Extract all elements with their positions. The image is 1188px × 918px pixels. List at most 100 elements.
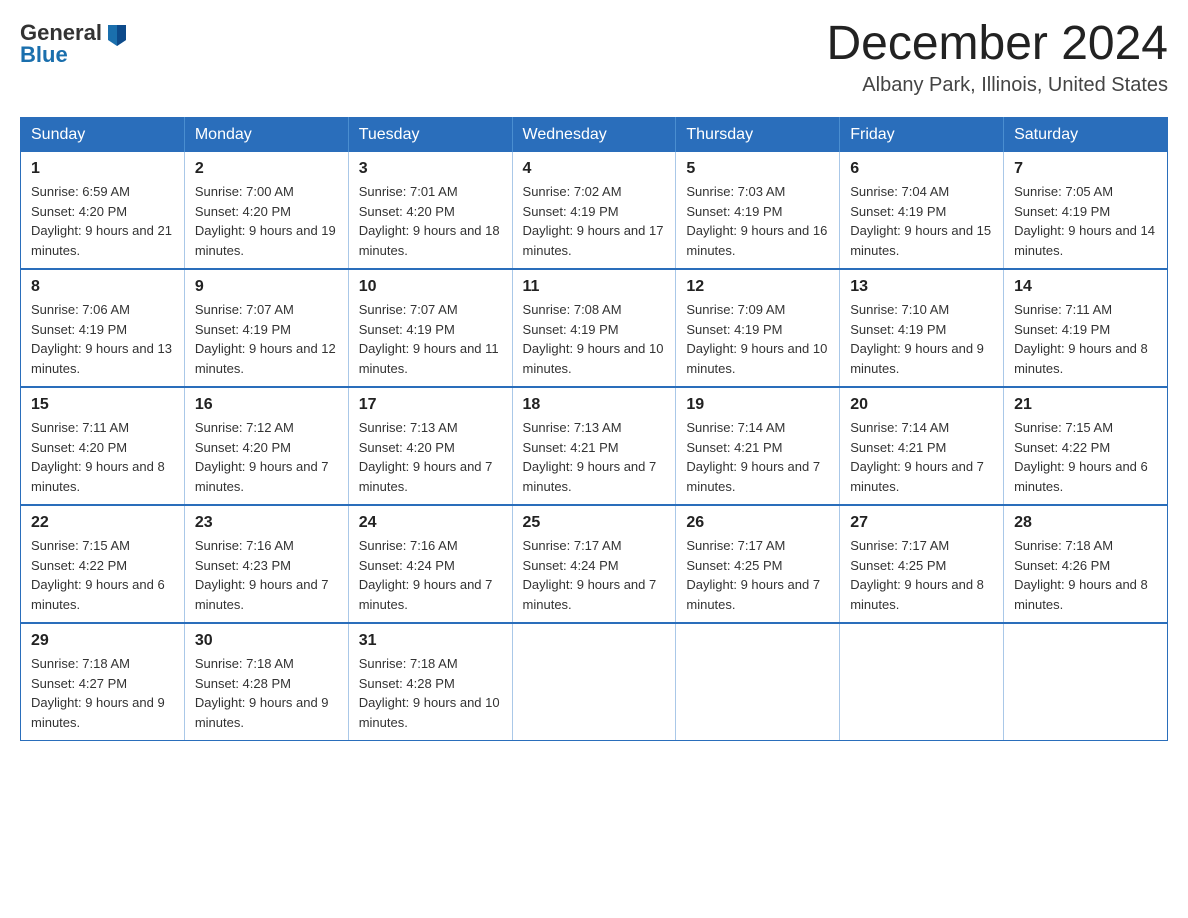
day-number: 26 <box>686 514 829 532</box>
calendar-week-row-4: 22 Sunrise: 7:15 AMSunset: 4:22 PMDaylig… <box>21 505 1168 623</box>
calendar-cell: 27 Sunrise: 7:17 AMSunset: 4:25 PMDaylig… <box>840 505 1004 623</box>
calendar-cell: 5 Sunrise: 7:03 AMSunset: 4:19 PMDayligh… <box>676 152 840 269</box>
calendar-table: Sunday Monday Tuesday Wednesday Thursday… <box>20 117 1168 741</box>
day-number: 15 <box>31 396 174 414</box>
day-number: 13 <box>850 278 993 296</box>
page-header: General Blue December 2024 Albany Park, … <box>20 20 1168 97</box>
day-number: 31 <box>359 632 502 650</box>
day-info: Sunrise: 7:06 AMSunset: 4:19 PMDaylight:… <box>31 302 172 376</box>
day-number: 24 <box>359 514 502 532</box>
day-info: Sunrise: 7:12 AMSunset: 4:20 PMDaylight:… <box>195 420 329 494</box>
day-info: Sunrise: 7:16 AMSunset: 4:23 PMDaylight:… <box>195 538 329 612</box>
day-info: Sunrise: 7:11 AMSunset: 4:19 PMDaylight:… <box>1014 302 1148 376</box>
calendar-cell <box>512 623 676 741</box>
calendar-cell: 7 Sunrise: 7:05 AMSunset: 4:19 PMDayligh… <box>1004 152 1168 269</box>
calendar-cell: 26 Sunrise: 7:17 AMSunset: 4:25 PMDaylig… <box>676 505 840 623</box>
day-number: 6 <box>850 160 993 178</box>
day-number: 21 <box>1014 396 1157 414</box>
day-number: 20 <box>850 396 993 414</box>
header-monday: Monday <box>184 118 348 153</box>
day-number: 1 <box>31 160 174 178</box>
day-info: Sunrise: 7:13 AMSunset: 4:21 PMDaylight:… <box>523 420 657 494</box>
day-number: 16 <box>195 396 338 414</box>
calendar-cell: 17 Sunrise: 7:13 AMSunset: 4:20 PMDaylig… <box>348 387 512 505</box>
calendar-cell: 4 Sunrise: 7:02 AMSunset: 4:19 PMDayligh… <box>512 152 676 269</box>
calendar-cell: 25 Sunrise: 7:17 AMSunset: 4:24 PMDaylig… <box>512 505 676 623</box>
day-number: 30 <box>195 632 338 650</box>
day-number: 23 <box>195 514 338 532</box>
calendar-cell: 1 Sunrise: 6:59 AMSunset: 4:20 PMDayligh… <box>21 152 185 269</box>
calendar-week-row-1: 1 Sunrise: 6:59 AMSunset: 4:20 PMDayligh… <box>21 152 1168 269</box>
day-number: 22 <box>31 514 174 532</box>
logo-text-blue: Blue <box>20 42 68 68</box>
calendar-cell: 28 Sunrise: 7:18 AMSunset: 4:26 PMDaylig… <box>1004 505 1168 623</box>
day-info: Sunrise: 7:16 AMSunset: 4:24 PMDaylight:… <box>359 538 493 612</box>
calendar-cell: 13 Sunrise: 7:10 AMSunset: 4:19 PMDaylig… <box>840 269 1004 387</box>
month-title: December 2024 <box>826 20 1168 68</box>
day-info: Sunrise: 7:02 AMSunset: 4:19 PMDaylight:… <box>523 184 664 258</box>
title-section: December 2024 Albany Park, Illinois, Uni… <box>826 20 1168 97</box>
calendar-week-row-3: 15 Sunrise: 7:11 AMSunset: 4:20 PMDaylig… <box>21 387 1168 505</box>
calendar-cell: 22 Sunrise: 7:15 AMSunset: 4:22 PMDaylig… <box>21 505 185 623</box>
day-info: Sunrise: 7:18 AMSunset: 4:28 PMDaylight:… <box>359 656 500 730</box>
calendar-cell: 2 Sunrise: 7:00 AMSunset: 4:20 PMDayligh… <box>184 152 348 269</box>
day-number: 17 <box>359 396 502 414</box>
day-number: 5 <box>686 160 829 178</box>
day-number: 27 <box>850 514 993 532</box>
day-number: 11 <box>523 278 666 296</box>
day-info: Sunrise: 7:15 AMSunset: 4:22 PMDaylight:… <box>1014 420 1148 494</box>
day-number: 2 <box>195 160 338 178</box>
calendar-cell: 6 Sunrise: 7:04 AMSunset: 4:19 PMDayligh… <box>840 152 1004 269</box>
header-wednesday: Wednesday <box>512 118 676 153</box>
day-number: 19 <box>686 396 829 414</box>
day-info: Sunrise: 7:05 AMSunset: 4:19 PMDaylight:… <box>1014 184 1155 258</box>
day-number: 25 <box>523 514 666 532</box>
day-number: 14 <box>1014 278 1157 296</box>
calendar-cell: 20 Sunrise: 7:14 AMSunset: 4:21 PMDaylig… <box>840 387 1004 505</box>
day-info: Sunrise: 7:14 AMSunset: 4:21 PMDaylight:… <box>686 420 820 494</box>
calendar-cell: 30 Sunrise: 7:18 AMSunset: 4:28 PMDaylig… <box>184 623 348 741</box>
day-info: Sunrise: 7:18 AMSunset: 4:28 PMDaylight:… <box>195 656 329 730</box>
day-info: Sunrise: 7:17 AMSunset: 4:24 PMDaylight:… <box>523 538 657 612</box>
day-info: Sunrise: 6:59 AMSunset: 4:20 PMDaylight:… <box>31 184 172 258</box>
day-info: Sunrise: 7:08 AMSunset: 4:19 PMDaylight:… <box>523 302 664 376</box>
day-info: Sunrise: 7:00 AMSunset: 4:20 PMDaylight:… <box>195 184 336 258</box>
day-number: 9 <box>195 278 338 296</box>
calendar-cell: 29 Sunrise: 7:18 AMSunset: 4:27 PMDaylig… <box>21 623 185 741</box>
calendar-cell: 3 Sunrise: 7:01 AMSunset: 4:20 PMDayligh… <box>348 152 512 269</box>
header-tuesday: Tuesday <box>348 118 512 153</box>
calendar-cell <box>1004 623 1168 741</box>
day-number: 7 <box>1014 160 1157 178</box>
calendar-cell: 24 Sunrise: 7:16 AMSunset: 4:24 PMDaylig… <box>348 505 512 623</box>
calendar-cell: 12 Sunrise: 7:09 AMSunset: 4:19 PMDaylig… <box>676 269 840 387</box>
calendar-cell: 21 Sunrise: 7:15 AMSunset: 4:22 PMDaylig… <box>1004 387 1168 505</box>
day-number: 3 <box>359 160 502 178</box>
logo[interactable]: General Blue <box>20 20 129 68</box>
calendar-cell: 23 Sunrise: 7:16 AMSunset: 4:23 PMDaylig… <box>184 505 348 623</box>
day-info: Sunrise: 7:13 AMSunset: 4:20 PMDaylight:… <box>359 420 493 494</box>
calendar-week-row-2: 8 Sunrise: 7:06 AMSunset: 4:19 PMDayligh… <box>21 269 1168 387</box>
day-info: Sunrise: 7:04 AMSunset: 4:19 PMDaylight:… <box>850 184 991 258</box>
calendar-header-row: Sunday Monday Tuesday Wednesday Thursday… <box>21 118 1168 153</box>
header-saturday: Saturday <box>1004 118 1168 153</box>
calendar-cell: 8 Sunrise: 7:06 AMSunset: 4:19 PMDayligh… <box>21 269 185 387</box>
day-number: 12 <box>686 278 829 296</box>
header-friday: Friday <box>840 118 1004 153</box>
calendar-cell: 16 Sunrise: 7:12 AMSunset: 4:20 PMDaylig… <box>184 387 348 505</box>
calendar-cell: 11 Sunrise: 7:08 AMSunset: 4:19 PMDaylig… <box>512 269 676 387</box>
day-number: 29 <box>31 632 174 650</box>
day-info: Sunrise: 7:14 AMSunset: 4:21 PMDaylight:… <box>850 420 984 494</box>
calendar-cell: 19 Sunrise: 7:14 AMSunset: 4:21 PMDaylig… <box>676 387 840 505</box>
day-info: Sunrise: 7:15 AMSunset: 4:22 PMDaylight:… <box>31 538 165 612</box>
calendar-cell <box>676 623 840 741</box>
day-info: Sunrise: 7:18 AMSunset: 4:27 PMDaylight:… <box>31 656 165 730</box>
calendar-cell: 15 Sunrise: 7:11 AMSunset: 4:20 PMDaylig… <box>21 387 185 505</box>
header-sunday: Sunday <box>21 118 185 153</box>
day-number: 4 <box>523 160 666 178</box>
day-info: Sunrise: 7:17 AMSunset: 4:25 PMDaylight:… <box>686 538 820 612</box>
day-info: Sunrise: 7:17 AMSunset: 4:25 PMDaylight:… <box>850 538 984 612</box>
day-number: 28 <box>1014 514 1157 532</box>
day-info: Sunrise: 7:01 AMSunset: 4:20 PMDaylight:… <box>359 184 500 258</box>
calendar-cell: 9 Sunrise: 7:07 AMSunset: 4:19 PMDayligh… <box>184 269 348 387</box>
day-info: Sunrise: 7:10 AMSunset: 4:19 PMDaylight:… <box>850 302 984 376</box>
